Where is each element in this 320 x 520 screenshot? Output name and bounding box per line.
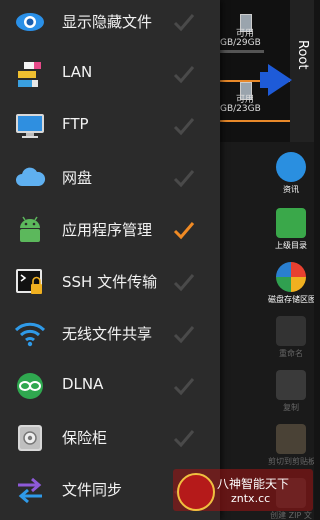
- drawer-item-wifi-share[interactable]: 无线文件共享: [0, 308, 220, 360]
- up-arrow-icon: [276, 208, 306, 238]
- root-column[interactable]: [290, 0, 314, 142]
- watermark: 八神智能天下 zntx.cc: [173, 469, 313, 511]
- check-icon[interactable]: [172, 426, 196, 450]
- copy-label: 复制: [283, 403, 299, 412]
- copy-icon: [276, 370, 306, 400]
- storage-panel: 可用 GB/29GB 可用 GB/23GB Root: [220, 0, 314, 142]
- watermark-text: 八神智能天下: [217, 477, 290, 491]
- drawer-item-label: 应用程序管理: [62, 221, 153, 239]
- info-button[interactable]: 资讯: [268, 150, 314, 202]
- storage-size: GB/29GB: [220, 38, 261, 48]
- drawer-item-label: FTP: [62, 115, 89, 133]
- zip-label: 创建 ZIP 文: [270, 511, 312, 520]
- sync-arrows-icon: [18, 477, 42, 504]
- watermark-logo-icon: [177, 473, 215, 511]
- disk-map-button[interactable]: 磁盘存储区图: [268, 260, 314, 312]
- android-icon: [20, 216, 40, 242]
- check-icon[interactable]: [172, 270, 196, 294]
- check-icon-checked[interactable]: [172, 218, 196, 242]
- drawer-item-show-hidden[interactable]: 显示隐藏文件: [0, 0, 220, 48]
- disk-map-label: 磁盘存储区图: [268, 295, 314, 304]
- pie-chart-icon: [276, 262, 306, 292]
- rename-label: 重命名: [279, 349, 303, 358]
- drawer-item-ftp[interactable]: FTP: [0, 100, 220, 152]
- drawer-item-dlna[interactable]: DLNA: [0, 360, 220, 412]
- drawer-item-lan[interactable]: LAN: [0, 48, 220, 100]
- drawer-item-label: LAN: [62, 63, 93, 81]
- drawer-item-cloud[interactable]: 网盘: [0, 152, 220, 204]
- storage-usage-bar: [220, 50, 264, 53]
- eye-icon: [16, 13, 44, 31]
- navigation-drawer: 显示隐藏文件 LAN FTP 网盘 应用程序管理 SSH 文件传输 无线文件共享…: [0, 0, 220, 520]
- terminal-lock-icon: [16, 269, 42, 294]
- drawer-item-label: DLNA: [62, 375, 104, 393]
- lan-icon: [18, 62, 41, 87]
- drawer-item-app-manager[interactable]: 应用程序管理: [0, 204, 220, 256]
- wifi-icon: [14, 322, 46, 347]
- info-label: 资讯: [283, 185, 299, 194]
- side-toolbar: 资讯 上级目录 磁盘存储区图 重命名 复制 剪切到剪贴板 创建 ZIP 文: [268, 150, 314, 520]
- parent-dir-button[interactable]: 上级目录: [268, 206, 314, 258]
- drawer-item-label: 网盘: [62, 169, 93, 187]
- arrow-right-icon-head: [268, 64, 292, 96]
- cut-button[interactable]: 剪切到剪贴板: [268, 422, 314, 474]
- check-icon[interactable]: [172, 166, 196, 190]
- background-app: 可用 GB/29GB 可用 GB/23GB Root 资讯 上级目录 磁盘存储区…: [220, 0, 314, 520]
- check-icon[interactable]: [172, 322, 196, 346]
- dlna-icon: [17, 373, 43, 399]
- watermark-url: zntx.cc: [231, 492, 271, 505]
- rename-icon: [276, 316, 306, 346]
- info-icon: [276, 152, 306, 182]
- drawer-item-label: 文件同步: [62, 481, 123, 499]
- rename-button[interactable]: 重命名: [268, 314, 314, 366]
- root-label: Root: [295, 40, 310, 70]
- clipboard-icon: [276, 424, 306, 454]
- drawer-item-label: 保险柜: [62, 429, 108, 447]
- parent-dir-label: 上级目录: [275, 241, 307, 250]
- cloud-icon: [16, 167, 46, 186]
- drawer-item-label: 显示隐藏文件: [62, 13, 153, 31]
- storage-item-1[interactable]: 可用 GB/29GB: [220, 14, 292, 54]
- check-icon[interactable]: [172, 62, 196, 86]
- drawer-item-ssh[interactable]: SSH 文件传输: [0, 256, 220, 308]
- drawer-item-label: SSH 文件传输: [62, 273, 158, 291]
- safe-icon: [18, 425, 42, 451]
- drawer-item-safe[interactable]: 保险柜: [0, 412, 220, 464]
- copy-button[interactable]: 复制: [268, 368, 314, 420]
- check-icon[interactable]: [172, 10, 196, 34]
- cut-label: 剪切到剪贴板: [268, 457, 314, 466]
- check-icon[interactable]: [172, 374, 196, 398]
- drawer-item-label: 无线文件共享: [62, 325, 153, 343]
- storage-size: GB/23GB: [220, 104, 261, 114]
- check-icon[interactable]: [172, 114, 196, 138]
- monitor-icon: [16, 114, 44, 138]
